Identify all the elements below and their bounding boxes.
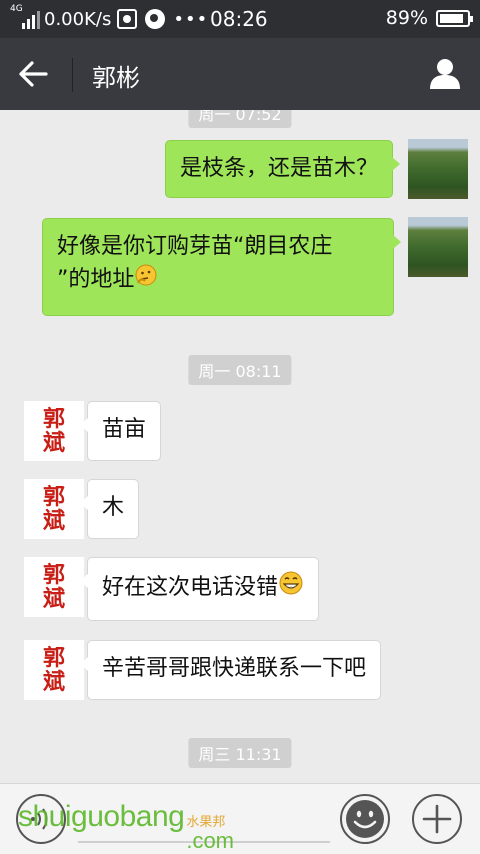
- contact-avatar[interactable]: 郭斌: [24, 479, 84, 539]
- network-speed: 0.00K/s: [44, 8, 112, 30]
- message-text: 苗亩: [102, 417, 147, 442]
- message-text-line: ”的地址: [57, 267, 135, 292]
- watermark-main: shuiguobang: [18, 800, 185, 833]
- watermark: shuiguobang 水果邦 .com: [18, 800, 234, 852]
- contact-avatar[interactable]: 郭斌: [24, 401, 84, 461]
- my-avatar[interactable]: [408, 217, 468, 277]
- message-text: 木: [102, 495, 125, 520]
- message-bubble-incoming[interactable]: 苗亩: [79, 401, 162, 461]
- message-bubble-incoming[interactable]: 木: [79, 479, 140, 539]
- watermark-suffix: .com: [186, 828, 235, 853]
- signal-icon: 4G: [10, 4, 40, 31]
- screenshot-notification-icon: [117, 9, 138, 29]
- timestamp: 周一 07:52: [188, 110, 292, 128]
- status-left: 4G 0.00K/s •••: [10, 4, 209, 31]
- timestamp: 周三 11:31: [188, 738, 292, 768]
- chat-title: 郭彬: [92, 64, 140, 92]
- message-text: 是枝条，还是苗木？: [179, 156, 378, 181]
- my-avatar[interactable]: [408, 139, 468, 199]
- thinking-face-icon: [134, 263, 158, 297]
- chat-header: 郭彬: [0, 38, 480, 110]
- smiley-icon[interactable]: [340, 794, 390, 844]
- message-bubble-outgoing[interactable]: 好像是你订购芽苗“朗目农庄 ”的地址: [42, 218, 401, 316]
- message-bubble-outgoing[interactable]: 是枝条，还是苗木？: [164, 140, 401, 198]
- contact-avatar[interactable]: 郭斌: [24, 640, 84, 700]
- timestamp: 周一 08:11: [188, 355, 292, 385]
- battery-percent: 89%: [385, 7, 428, 29]
- message-bubble-incoming[interactable]: 辛苦哥哥跟快递联系一下吧: [79, 640, 382, 700]
- person-icon[interactable]: [428, 56, 462, 90]
- network-badge: 4G: [10, 4, 23, 14]
- plus-icon[interactable]: [412, 794, 462, 844]
- status-bar: 4G 0.00K/s ••• 08:26 89%: [0, 0, 480, 38]
- message-bubble-incoming[interactable]: 好在这次电话没错: [79, 557, 320, 621]
- message-text-line: 好像是你订购芽苗“朗目农庄: [57, 234, 333, 259]
- battery-icon: [436, 10, 473, 27]
- chat-area[interactable]: 周一 07:52 是枝条，还是苗木？ 好像是你订购芽苗“朗目农庄 ”的地址 周一…: [0, 110, 480, 783]
- header-divider: [72, 58, 73, 92]
- message-text: 好在这次电话没错: [102, 575, 279, 600]
- more-notifications-icon: •••: [173, 8, 209, 30]
- message-notification-icon: [145, 9, 166, 29]
- message-text: 辛苦哥哥跟快递联系一下吧: [102, 656, 367, 681]
- grinning-face-icon: [278, 570, 304, 606]
- contact-avatar[interactable]: 郭斌: [24, 557, 84, 617]
- input-bar: shuiguobang 水果邦 .com: [0, 783, 480, 854]
- back-arrow-icon[interactable]: [18, 60, 52, 88]
- status-time: 08:26: [210, 7, 268, 31]
